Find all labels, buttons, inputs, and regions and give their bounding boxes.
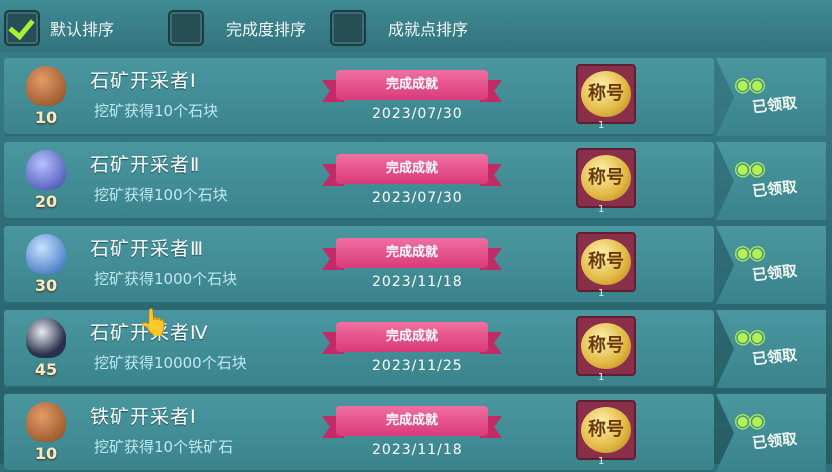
achievement-desc: 挖矿获得1000个石块 — [94, 270, 238, 288]
completion-date: 2023/11/18 — [372, 274, 463, 290]
sort-points-label: 成就点排序 — [388, 20, 469, 39]
completed-ribbon: 完成成就 — [322, 402, 502, 442]
achievement-points: 10 — [34, 108, 58, 127]
trophy-medal-icon: 20 — [18, 148, 74, 214]
sort-completion-checkbox[interactable] — [168, 10, 204, 46]
pointer-hand-icon: 👆 — [138, 308, 171, 338]
reward-count: 1 — [598, 288, 605, 299]
achievement-row: 10 铁矿开采者Ⅰ 挖矿获得10个铁矿石 完成成就 2023/11/18 称号 … — [4, 394, 826, 472]
achievement-row: 45 石矿开采者Ⅳ 挖矿获得10000个石块 完成成就 2023/11/25 称… — [4, 310, 826, 388]
eyes-icon: ◉◉ — [734, 408, 766, 432]
title-reward-icon[interactable]: 称号 — [576, 232, 636, 292]
achievement-desc: 挖矿获得10个铁矿石 — [94, 438, 234, 456]
reward-count: 1 — [598, 456, 605, 467]
eyes-icon: ◉◉ — [734, 156, 766, 180]
achievement-desc: 挖矿获得100个石块 — [94, 186, 228, 204]
title-reward-icon[interactable]: 称号 — [576, 64, 636, 124]
completion-date: 2023/11/25 — [372, 358, 463, 374]
eyes-icon: ◉◉ — [734, 324, 766, 348]
achievement-row: 20 石矿开采者Ⅱ 挖矿获得100个石块 完成成就 2023/07/30 称号 … — [4, 142, 826, 220]
eyes-icon: ◉◉ — [734, 72, 766, 96]
completion-date: 2023/07/30 — [372, 190, 463, 206]
title-reward-icon[interactable]: 称号 — [576, 400, 636, 460]
eyes-icon: ◉◉ — [734, 240, 766, 264]
trophy-medal-icon: 30 — [18, 232, 74, 298]
sort-default[interactable]: 默认排序 — [4, 10, 114, 46]
sort-bar: 默认排序 完成度排序 成就点排序 — [0, 0, 832, 52]
achievement-row: 10 石矿开采者Ⅰ 挖矿获得10个石块 完成成就 2023/07/30 称号 1… — [4, 58, 826, 136]
sort-default-checkbox[interactable] — [4, 10, 40, 46]
claimed-stamp: ◉◉ 已领取 — [734, 72, 798, 117]
sort-points-checkbox[interactable] — [330, 10, 366, 46]
achievement-points: 20 — [34, 192, 58, 211]
achievement-desc: 挖矿获得10000个石块 — [94, 354, 247, 372]
sort-completion[interactable]: 完成度排序 — [168, 10, 306, 46]
sort-default-label: 默认排序 — [50, 20, 115, 39]
achievement-title: 石矿开采者Ⅰ — [90, 70, 197, 92]
achievement-title: 石矿开采者Ⅲ — [90, 238, 205, 260]
achievement-title: 铁矿开采者Ⅰ — [90, 406, 197, 428]
completed-ribbon: 完成成就 — [322, 318, 502, 358]
achievement-row: 30 石矿开采者Ⅲ 挖矿获得1000个石块 完成成就 2023/11/18 称号… — [4, 226, 826, 304]
reward-count: 1 — [598, 204, 605, 215]
completed-ribbon: 完成成就 — [322, 66, 502, 106]
sort-points[interactable]: 成就点排序 — [330, 10, 468, 46]
completion-date: 2023/07/30 — [372, 106, 463, 122]
title-reward-icon[interactable]: 称号 — [576, 148, 636, 208]
sort-completion-label: 完成度排序 — [226, 20, 307, 39]
completed-ribbon: 完成成就 — [322, 150, 502, 190]
claimed-stamp: ◉◉ 已领取 — [734, 408, 798, 453]
reward-count: 1 — [598, 120, 605, 131]
achievement-list[interactable]: 10 石矿开采者Ⅰ 挖矿获得10个石块 完成成就 2023/07/30 称号 1… — [0, 52, 832, 472]
trophy-medal-icon: 10 — [18, 400, 74, 466]
achievement-desc: 挖矿获得10个石块 — [94, 102, 219, 120]
trophy-medal-icon: 45 — [18, 316, 74, 382]
title-reward-icon[interactable]: 称号 — [576, 316, 636, 376]
achievement-points: 10 — [34, 444, 58, 463]
claimed-stamp: ◉◉ 已领取 — [734, 240, 798, 285]
achievement-points: 45 — [34, 360, 58, 379]
trophy-medal-icon: 10 — [18, 64, 74, 130]
completion-date: 2023/11/18 — [372, 442, 463, 458]
completed-ribbon: 完成成就 — [322, 234, 502, 274]
achievement-title: 石矿开采者Ⅱ — [90, 154, 201, 176]
claimed-stamp: ◉◉ 已领取 — [734, 156, 798, 201]
claimed-stamp: ◉◉ 已领取 — [734, 324, 798, 369]
achievement-points: 30 — [34, 276, 58, 295]
reward-count: 1 — [598, 372, 605, 383]
